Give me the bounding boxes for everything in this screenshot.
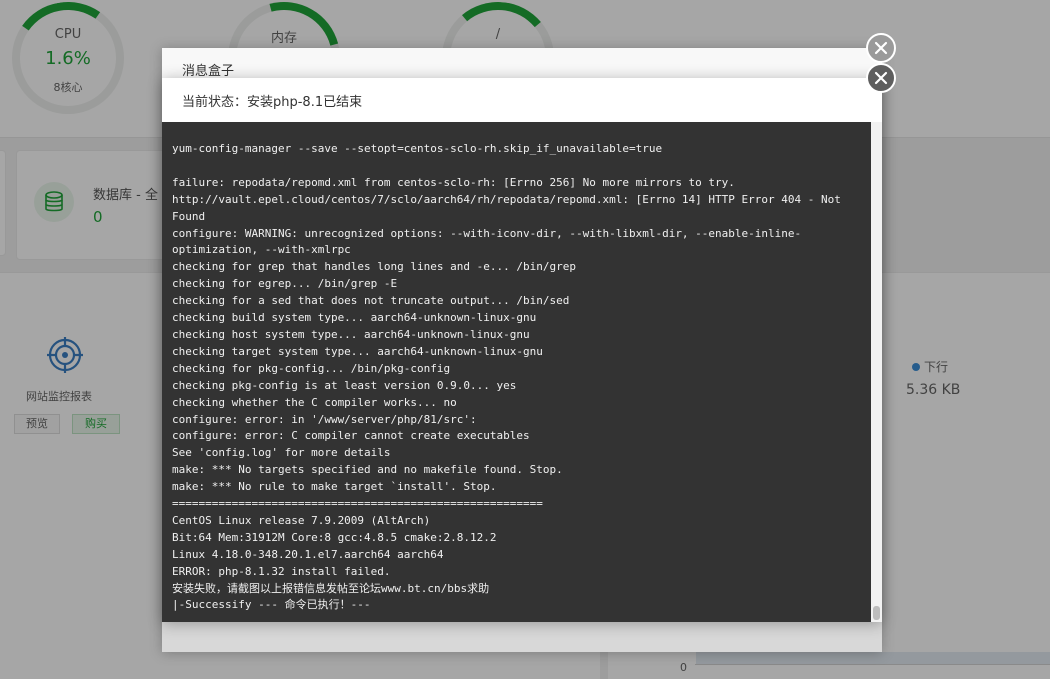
console-line: failure: repodata/repomd.xml from centos… — [172, 175, 735, 189]
console-line: checking for grep that handles long line… — [172, 260, 576, 274]
install-log-console[interactable]: yum-config-manager --save --setopt=cento… — [162, 122, 882, 622]
console-line: ========================================… — [172, 497, 543, 511]
message-box-close-button[interactable] — [866, 33, 896, 63]
console-line: checking for egrep... /bin/grep -E — [172, 277, 398, 291]
console-scrollbar[interactable] — [871, 122, 882, 622]
console-line: Bit:64 Mem:31912M Core:8 gcc:4.8.5 cmake… — [172, 530, 497, 544]
console-line: Linux 4.18.0-348.20.1.el7.aarch64 aarch6… — [172, 547, 444, 561]
install-status-title: 当前状态：安装php-8.1已结束 — [182, 95, 363, 110]
console-line: make: *** No targets specified and no ma… — [172, 463, 563, 477]
console-line: checking for a sed that does not truncat… — [172, 294, 570, 308]
console-line: http://vault.epel.cloud/centos/7/sclo/aa… — [172, 192, 848, 223]
console-line: See 'config.log' for more details — [172, 446, 391, 460]
console-line: checking whether the C compiler works...… — [172, 395, 457, 409]
console-line: configure: error: C compiler cannot crea… — [172, 429, 530, 443]
console-output: yum-config-manager --save --setopt=cento… — [172, 141, 862, 614]
install-log-modal: 当前状态：安装php-8.1已结束 yum-config-manager --s… — [162, 78, 882, 622]
console-line: CentOS Linux release 7.9.2009 (AltArch) — [172, 513, 431, 527]
console-scrollbar-thumb[interactable] — [873, 606, 880, 620]
close-icon — [874, 41, 888, 55]
console-line: checking for pkg-config... /bin/pkg-conf… — [172, 361, 451, 375]
console-line: configure: WARNING: unrecognized options… — [172, 226, 802, 257]
message-box-footer — [162, 622, 882, 652]
console-line: checking target system type... aarch64-u… — [172, 344, 543, 358]
console-line: checking build system type... aarch64-un… — [172, 311, 537, 325]
message-box-title: 消息盒子 — [182, 64, 235, 79]
install-log-close-button[interactable] — [866, 63, 896, 93]
console-line: |-Successify --- 命令已执行！--- — [172, 598, 371, 612]
console-line: make: *** No rule to make target `instal… — [172, 480, 497, 494]
close-icon — [874, 71, 888, 85]
console-line: configure: error: in '/www/server/php/81… — [172, 412, 477, 426]
console-line: ERROR: php-8.1.32 install failed. — [172, 564, 391, 578]
console-line: 安装失败，请截图以上报错信息发帖至论坛www.bt.cn/bbs求助 — [172, 581, 490, 595]
console-line: checking host system type... aarch64-unk… — [172, 327, 530, 341]
console-line: checking pkg-config is at least version … — [172, 378, 517, 392]
console-line: yum-config-manager --save --setopt=cento… — [172, 142, 663, 155]
